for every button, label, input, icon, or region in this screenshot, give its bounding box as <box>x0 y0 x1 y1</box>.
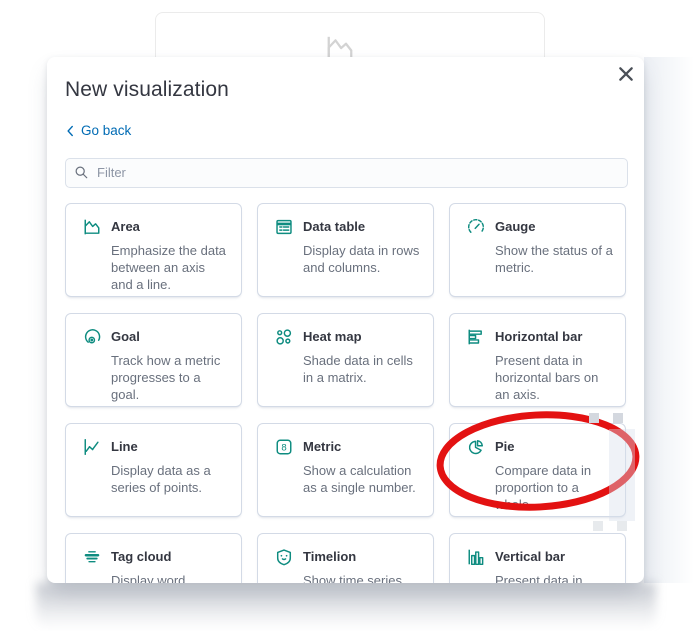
metric-icon: 8 <box>275 438 293 456</box>
viz-card-description: Present data in horizontal bars on an ax… <box>495 352 599 402</box>
viz-card-timelion[interactable]: Timelion Show time series data on a grap… <box>257 532 434 584</box>
viz-card-description: Show the status of a metric. <box>495 242 613 275</box>
viz-card-title: Metric <box>303 439 342 454</box>
viz-card-title: Vertical bar <box>495 549 566 564</box>
viz-card-area[interactable]: Area Emphasize the data between an axis … <box>65 202 242 297</box>
data-table-icon <box>275 218 293 236</box>
annotation-handle <box>593 520 603 531</box>
viz-card-title: Pie <box>495 439 515 454</box>
viz-card-title: Area <box>111 219 140 234</box>
viz-card-goal[interactable]: Goal Track how a metric progresses to a … <box>65 312 242 407</box>
viz-card-pie[interactable]: Pie Compare data in proportion to a whol… <box>436 410 640 531</box>
viz-card-description: Display data as a series of points. <box>111 462 211 495</box>
viz-card-gauge[interactable]: Gauge Show the status of a metric. <box>449 202 626 297</box>
chevron-left-icon <box>65 125 75 137</box>
viz-card-data-table[interactable]: Data table Display data in rows and colu… <box>257 202 434 297</box>
viz-card-title: Timelion <box>303 549 357 564</box>
annotation-handle <box>617 520 627 531</box>
modal-drop-shadow <box>36 583 656 629</box>
viz-card-title: Horizontal bar <box>495 329 583 344</box>
viz-card-description: Display data in rows and columns. <box>303 242 420 275</box>
tag-cloud-icon <box>83 548 101 566</box>
goal-icon <box>83 328 101 346</box>
screen: New visualization Go back Filter Area Em… <box>0 0 694 631</box>
viz-card-horizontal-bar[interactable]: Horizontal bar Present data in horizonta… <box>449 312 626 407</box>
viz-card-description: Track how a metric progresses to a goal. <box>111 352 221 402</box>
modal-title: New visualization <box>65 78 229 101</box>
annotation-handle <box>613 412 623 423</box>
filter-input[interactable] <box>65 157 628 188</box>
page-overlay-right <box>644 57 694 583</box>
viz-card-title: Goal <box>111 329 140 344</box>
viz-card-vertical-bar[interactable]: Vertical bar Present data in vertical ba… <box>449 532 626 584</box>
viz-card-title: Data table <box>303 219 366 234</box>
viz-card-description: Present data in vertical bars on an axis… <box>495 572 583 584</box>
viz-card-title: Gauge <box>495 219 536 234</box>
viz-card-description: Show time series data on a graph. <box>303 572 402 584</box>
viz-card-description: Compare data in proportion to a whole. <box>495 462 592 512</box>
pie-chart-icon <box>467 438 485 456</box>
new-visualization-modal: New visualization Go back Filter Area Em… <box>47 57 644 583</box>
timelion-icon <box>275 548 293 566</box>
gauge-icon <box>467 218 485 236</box>
viz-card-title: Line <box>111 439 138 454</box>
filter-field <box>65 157 628 188</box>
go-back-link[interactable]: Go back <box>65 123 131 138</box>
viz-card-description: Show a calculation as a single number. <box>303 462 416 495</box>
svg-text:8: 8 <box>281 442 286 453</box>
line-chart-icon <box>83 438 101 456</box>
viz-card-description: Shade data in cells in a matrix. <box>303 352 413 385</box>
viz-card-tag-cloud[interactable]: Tag cloud Display word frequency with fo… <box>65 532 242 584</box>
area-chart-icon <box>83 218 101 236</box>
go-back-label: Go back <box>81 123 132 138</box>
viz-card-title: Heat map <box>303 329 362 344</box>
viz-type-grid: Area Emphasize the data between an axis … <box>65 202 640 584</box>
viz-card-line[interactable]: Line Display data as a series of points. <box>65 422 242 517</box>
vertical-bar-icon <box>467 548 485 566</box>
heat-map-icon <box>275 328 293 346</box>
annotation-handle <box>589 412 599 423</box>
viz-card-heat-map[interactable]: Heat map Shade data in cells in a matrix… <box>257 312 434 407</box>
viz-card-title: Tag cloud <box>111 549 172 564</box>
horizontal-bar-icon <box>467 328 485 346</box>
viz-card-metric[interactable]: 8 Metric Show a calculation as a single … <box>257 422 434 517</box>
viz-card-description: Display word frequency with font size. <box>111 572 186 584</box>
viz-card-description: Emphasize the data between an axis and a… <box>111 242 226 292</box>
